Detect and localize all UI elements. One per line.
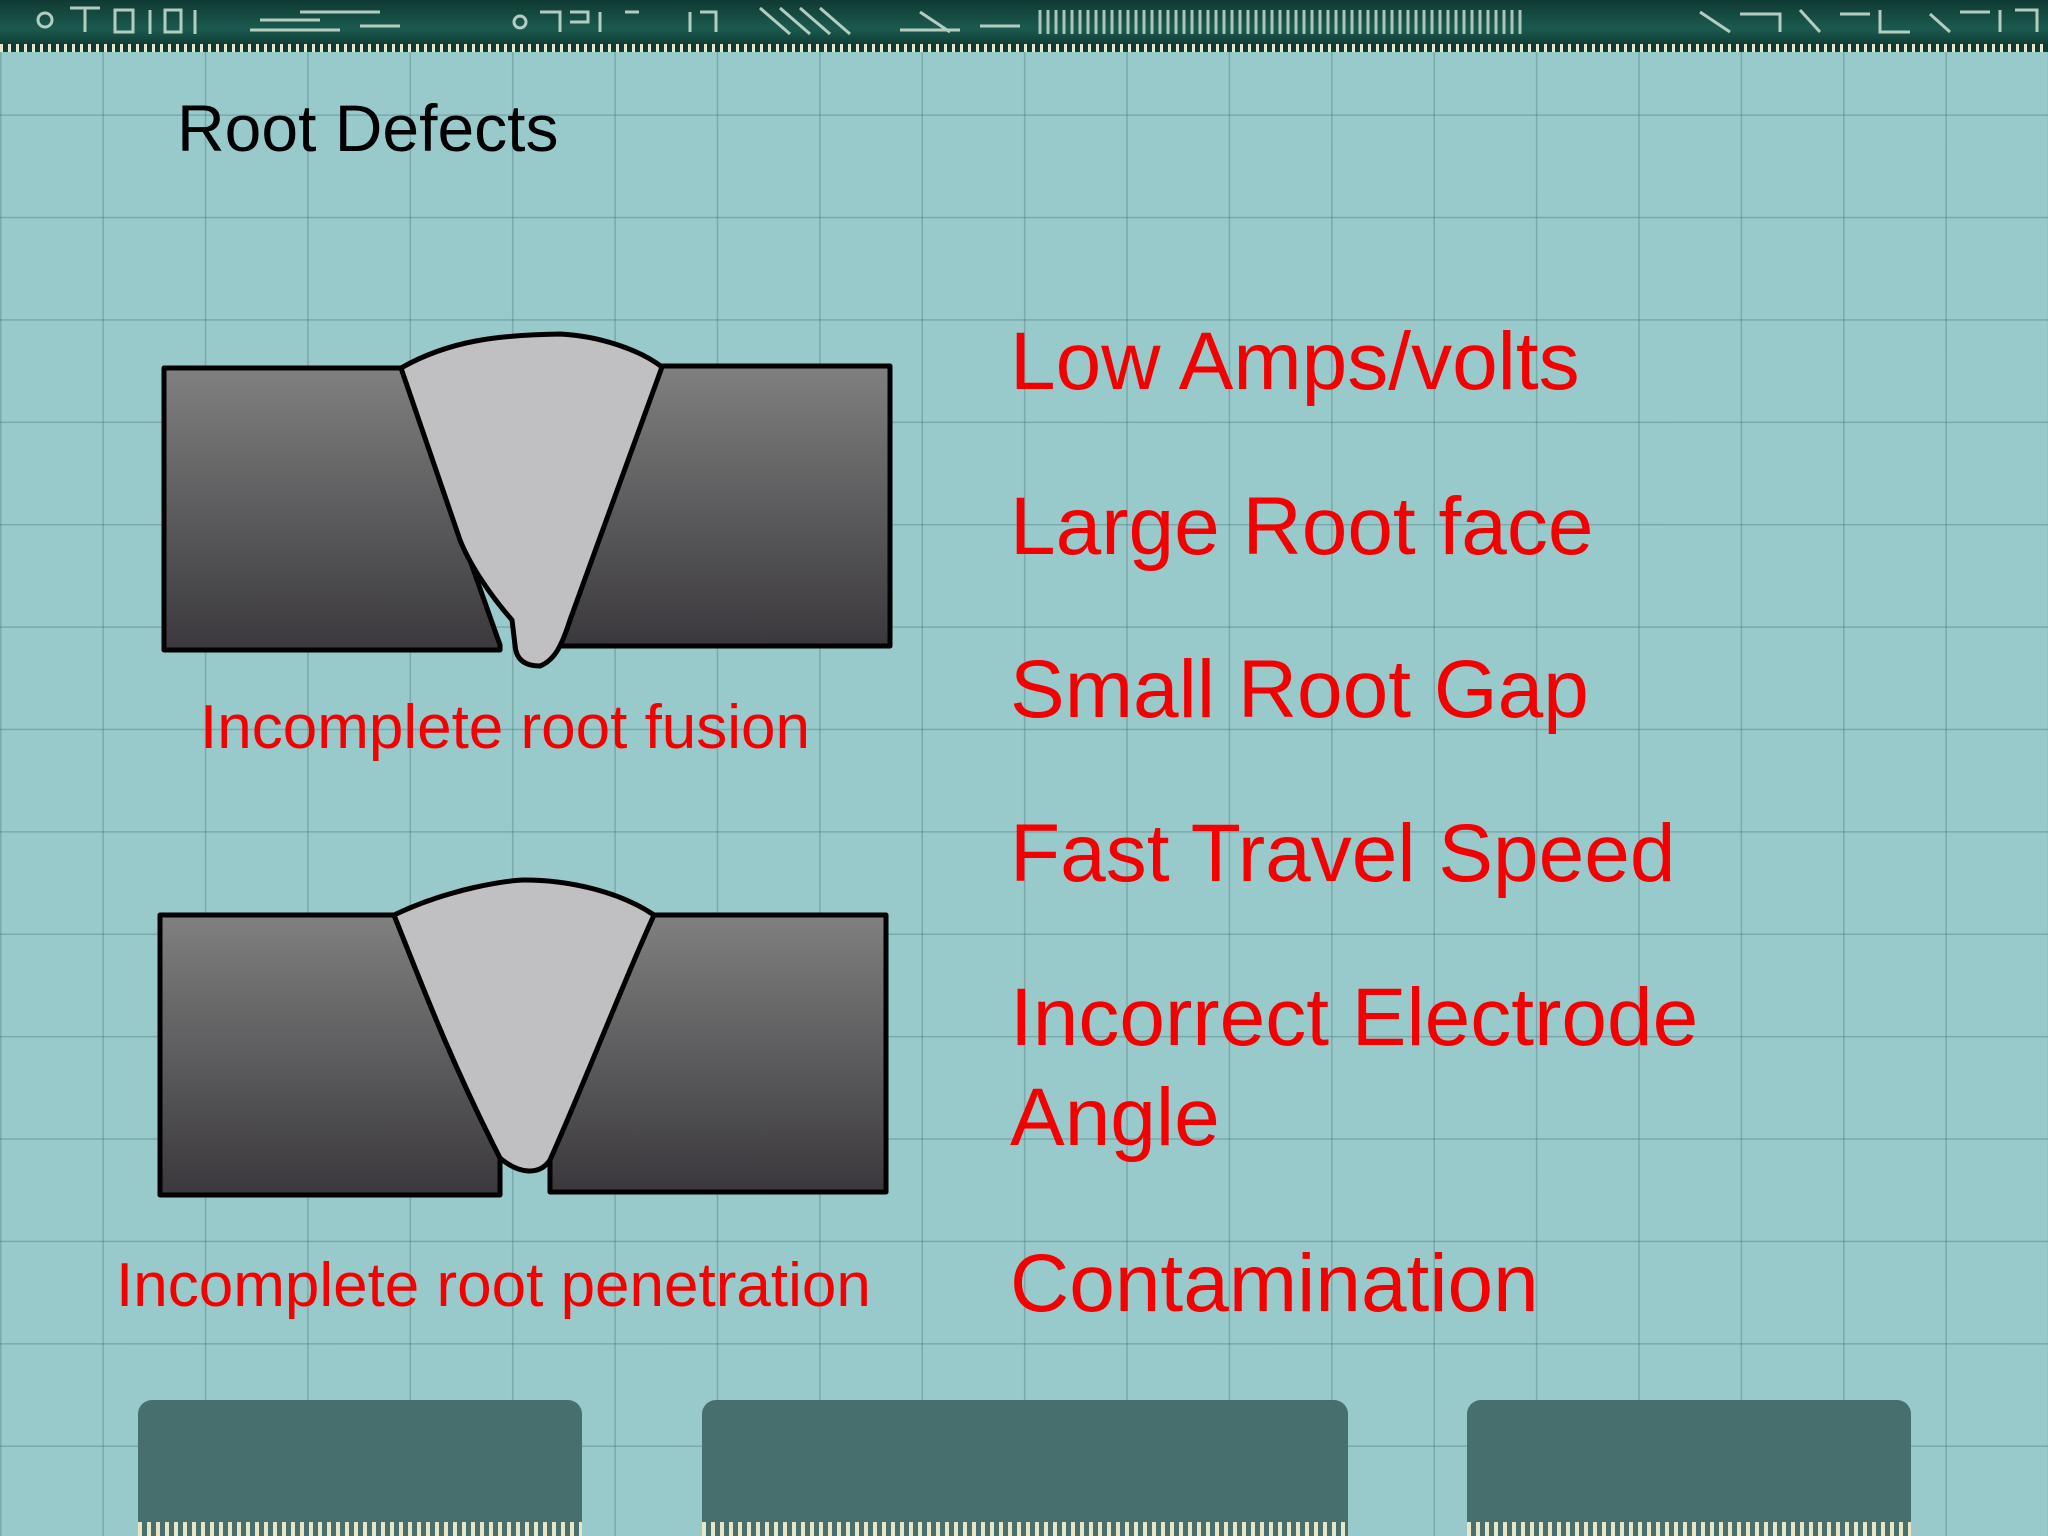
header-band — [0, 0, 2048, 52]
footer-tab-right — [1467, 1400, 1911, 1536]
incomplete-root-fusion-diagram — [161, 331, 893, 669]
diagram-caption-penetration: Incomplete root penetration — [116, 1251, 871, 1320]
cause-large-root-face: Large Root face — [1010, 477, 1594, 577]
footer-tab-left — [138, 1400, 582, 1536]
footer-teeth — [1467, 1522, 1911, 1536]
cause-text: Fast Travel Speed — [1010, 808, 1676, 899]
cause-text: Contamination — [1010, 1238, 1539, 1329]
cause-small-root-gap: Small Root Gap — [1010, 640, 1589, 740]
cause-text: Large Root face — [1010, 481, 1594, 572]
cause-text: Small Root Gap — [1010, 644, 1589, 735]
footer-tab-center — [702, 1400, 1348, 1536]
cause-fast-travel-speed: Fast Travel Speed — [1010, 804, 1675, 904]
cause-incorrect-electrode-angle: Incorrect Electrode Angle — [1010, 968, 1698, 1168]
slide-title: Root Defects — [177, 91, 559, 165]
cause-low-amps-volts: Low Amps/volts — [1010, 312, 1580, 412]
footer-teeth — [702, 1522, 1348, 1536]
cause-text: Incorrect Electrode — [1010, 972, 1699, 1063]
cause-text: Low Amps/volts — [1010, 316, 1580, 407]
diagram-caption-fusion: Incomplete root fusion — [200, 693, 811, 762]
cause-contamination: Contamination — [1010, 1234, 1539, 1334]
cause-text-continued: Angle — [1010, 1072, 1220, 1163]
incomplete-root-penetration-diagram — [157, 877, 889, 1198]
header-tick-strip — [0, 44, 2048, 52]
circuit-pattern-graphic — [36, 6, 2039, 36]
footer-teeth — [138, 1522, 582, 1536]
